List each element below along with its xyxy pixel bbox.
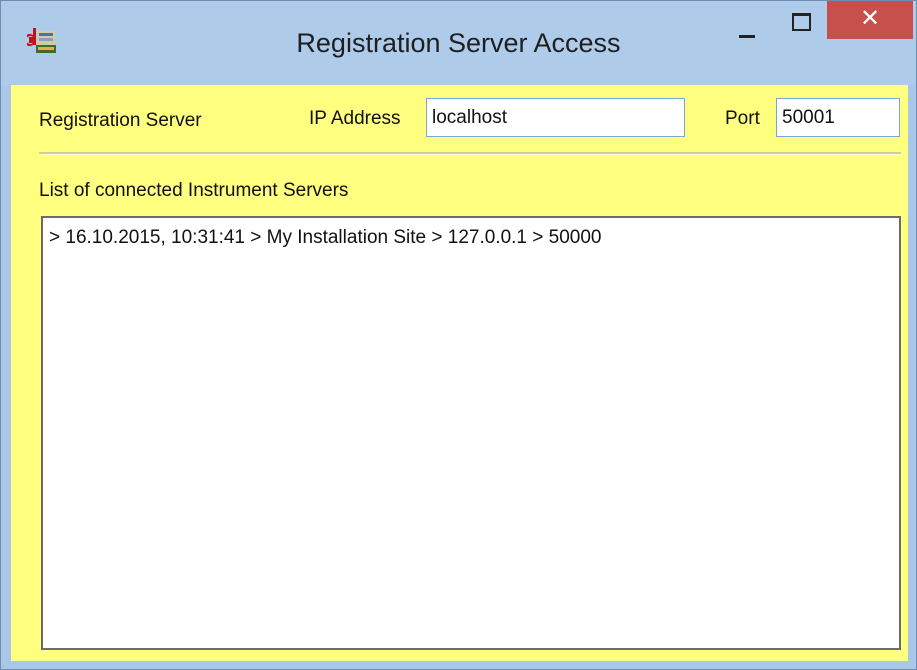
connected-servers-list[interactable]: > 16.10.2015, 10:31:41 > My Installation… xyxy=(41,216,901,650)
connected-servers-label: List of connected Instrument Servers xyxy=(39,180,349,201)
app-window: Registration Server Access ✕ Registratio… xyxy=(0,0,917,670)
port-label: Port xyxy=(725,108,760,129)
close-icon: ✕ xyxy=(859,5,881,32)
close-button[interactable]: ✕ xyxy=(827,1,913,39)
port-input[interactable] xyxy=(776,98,900,137)
title-bar[interactable]: Registration Server Access ✕ xyxy=(1,1,916,85)
maximize-icon xyxy=(792,13,811,31)
minimize-button[interactable] xyxy=(723,5,769,49)
ip-address-input[interactable] xyxy=(426,98,685,137)
minimize-icon xyxy=(739,35,755,38)
separator xyxy=(39,152,901,155)
ip-address-label: IP Address xyxy=(309,108,401,129)
maximize-button[interactable] xyxy=(777,5,823,49)
client-area: Registration Server IP Address Port List… xyxy=(11,85,908,661)
registration-server-label: Registration Server xyxy=(39,110,202,131)
list-item[interactable]: > 16.10.2015, 10:31:41 > My Installation… xyxy=(43,218,899,250)
